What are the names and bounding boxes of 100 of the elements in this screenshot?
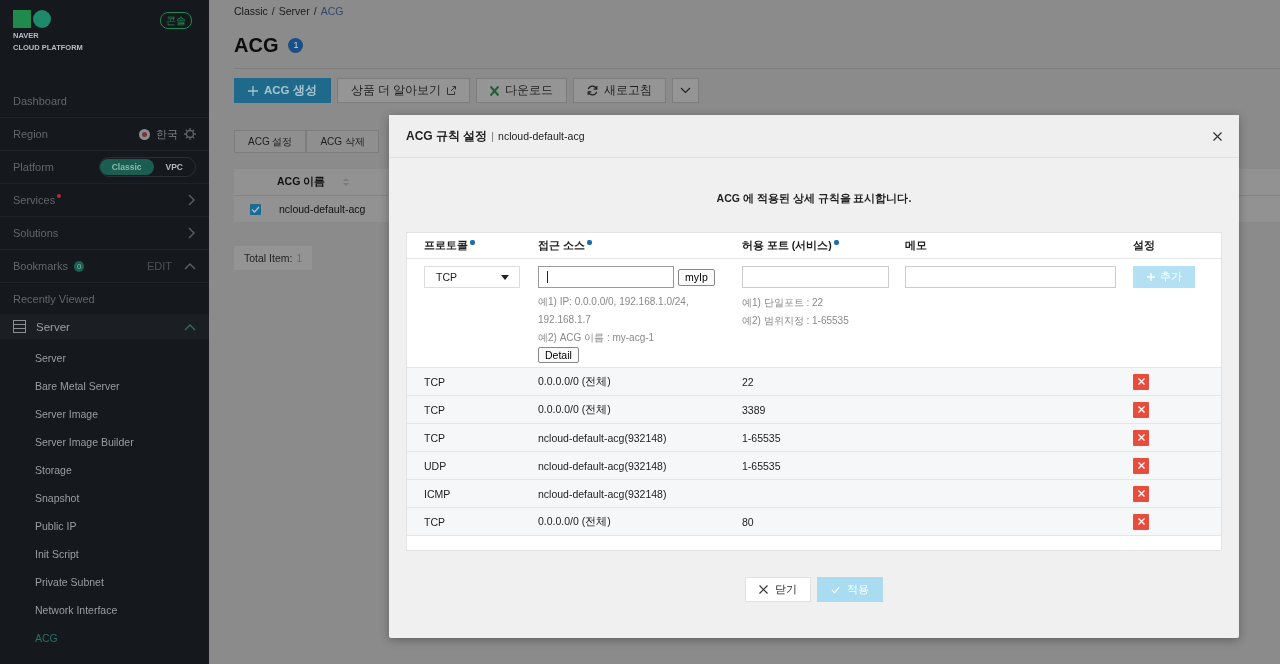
page-title: ACG bbox=[234, 33, 279, 57]
source-input[interactable] bbox=[538, 266, 674, 288]
my-ip-button[interactable]: myIp bbox=[678, 268, 715, 286]
hint-text: 예2) 범위지정 : 1-65535 bbox=[742, 314, 850, 328]
hint-text: 예1) 단일포트 : 22 bbox=[742, 296, 825, 310]
dialog-title: ACG 규칙 설정 bbox=[406, 127, 488, 145]
submenu-item[interactable]: ACG bbox=[35, 630, 58, 646]
submenu-item[interactable]: Snapshot bbox=[35, 490, 80, 506]
submenu-item[interactable]: Network Interface bbox=[35, 602, 118, 618]
column-header: 프로토콜 bbox=[424, 238, 468, 253]
count-badge: 0 bbox=[74, 260, 85, 272]
delete-button[interactable] bbox=[1133, 513, 1149, 530]
port-input[interactable] bbox=[742, 266, 889, 288]
close-icon bbox=[1137, 378, 1145, 385]
table-cell: ncloud-default-acg(932148) bbox=[538, 487, 667, 500]
close-button[interactable]: 닫기 bbox=[745, 577, 811, 602]
table-cell: 3389 bbox=[742, 403, 766, 416]
hint-text: 예1) IP: 0.0.0.0/0, 192.168.1.0/24, 192.168.1.7 bbox=[538, 295, 690, 327]
check-icon bbox=[251, 205, 260, 213]
flag-icon bbox=[139, 128, 150, 140]
menu-item[interactable]: Platform bbox=[13, 161, 54, 173]
delete-button[interactable] bbox=[1133, 485, 1149, 502]
protocol-select[interactable]: TCP bbox=[424, 266, 520, 288]
spreadsheet-icon bbox=[490, 85, 500, 96]
download-button[interactable]: 다운로드 bbox=[476, 78, 568, 103]
table-cell: ncloud-default-acg bbox=[279, 203, 366, 215]
chevron-right-icon bbox=[188, 194, 196, 206]
external-link-icon bbox=[447, 86, 457, 95]
action-button[interactable]: ACG 삭제 bbox=[306, 130, 379, 153]
delete-button[interactable] bbox=[1133, 401, 1149, 418]
close-icon[interactable] bbox=[1213, 131, 1222, 141]
delete-button[interactable] bbox=[1133, 457, 1149, 474]
detail-button[interactable]: Detail bbox=[538, 347, 579, 363]
table-cell: TCP bbox=[424, 431, 445, 444]
console-badge[interactable]: 콘솔 bbox=[160, 12, 192, 29]
menu-item[interactable]: Recently Viewed bbox=[13, 293, 95, 305]
menu-item[interactable]: Region bbox=[13, 128, 48, 140]
delete-button[interactable] bbox=[1133, 429, 1149, 446]
menu-item[interactable]: Bookmarks bbox=[13, 260, 69, 272]
hint-text: 예2) ACG 이름 : my-acg-1 bbox=[538, 331, 656, 345]
refresh-button[interactable]: 새로고침 bbox=[573, 78, 667, 103]
total-value: 1 bbox=[296, 252, 303, 264]
submenu-item[interactable]: Storage bbox=[35, 462, 72, 478]
refresh-icon bbox=[587, 85, 599, 96]
column-header: 메모 bbox=[905, 238, 927, 253]
chevron-right-icon bbox=[188, 227, 196, 239]
count-badge: 1 bbox=[288, 37, 304, 53]
breadcrumb-link[interactable]: Server bbox=[278, 5, 310, 17]
learn-more-button[interactable]: 상품 더 알아보기 bbox=[336, 78, 471, 103]
submenu-item[interactable]: Init Script bbox=[35, 546, 79, 562]
caret-down-icon bbox=[501, 274, 509, 280]
close-icon bbox=[1137, 434, 1145, 441]
table-cell: ncloud-default-acg(932148) bbox=[538, 459, 667, 472]
platform-option[interactable]: Classic bbox=[99, 159, 154, 175]
submenu-item[interactable]: Server Image Builder bbox=[35, 434, 134, 450]
column-header: 허용 포트 (서비스) bbox=[742, 238, 832, 253]
region-value[interactable]: 한국 bbox=[156, 126, 178, 142]
table-cell: 1-65535 bbox=[742, 431, 781, 444]
settings-icon[interactable] bbox=[184, 128, 196, 140]
table-cell: 1-65535 bbox=[742, 459, 781, 472]
menu-item[interactable]: Solutions bbox=[13, 227, 59, 239]
table-cell: UDP bbox=[424, 459, 447, 472]
submenu-item[interactable]: Server bbox=[35, 350, 66, 366]
submenu-item[interactable]: Private Subnet bbox=[35, 574, 104, 590]
table-cell: 0.0.0.0/0 (전체) bbox=[538, 374, 611, 389]
check-icon bbox=[831, 585, 840, 594]
memo-input[interactable] bbox=[905, 266, 1116, 288]
table-cell: 80 bbox=[742, 515, 754, 528]
close-icon bbox=[1137, 406, 1145, 413]
close-icon bbox=[1137, 490, 1145, 497]
menu-item[interactable]: Dashboard bbox=[13, 95, 67, 107]
submenu-item[interactable]: Bare Metal Server bbox=[35, 378, 120, 394]
close-icon bbox=[1137, 462, 1145, 469]
platform-option[interactable]: VPC bbox=[153, 159, 195, 175]
create-button[interactable]: ACG 생성 bbox=[234, 78, 331, 103]
checkbox[interactable] bbox=[250, 203, 261, 215]
breadcrumb-separator: / bbox=[271, 5, 275, 17]
breadcrumb-link[interactable]: Classic bbox=[234, 5, 268, 17]
table-cell: ncloud-default-acg(932148) bbox=[538, 431, 667, 444]
table-cell: 0.0.0.0/0 (전체) bbox=[538, 514, 611, 529]
breadcrumb-separator: / bbox=[313, 5, 317, 17]
more-button[interactable] bbox=[672, 78, 700, 103]
table-cell: 0.0.0.0/0 (전체) bbox=[538, 402, 611, 417]
menu-item[interactable]: Services bbox=[13, 194, 56, 206]
table-cell: 22 bbox=[742, 375, 754, 388]
column-header: 설정 bbox=[1133, 238, 1155, 253]
column-header: 접근 소스 bbox=[538, 238, 585, 253]
action-button[interactable]: ACG 설정 bbox=[234, 130, 307, 153]
menu-group[interactable]: Server bbox=[0, 314, 209, 339]
dialog-subtitle: ncloud-default-acg bbox=[498, 130, 585, 142]
dialog-description: ACG 에 적용된 상세 규칙을 표시합니다. bbox=[716, 192, 912, 206]
delete-button[interactable] bbox=[1133, 373, 1149, 390]
column-header[interactable]: ACG 이름 bbox=[277, 175, 326, 189]
submenu-item[interactable]: Server Image bbox=[35, 406, 99, 422]
chevron-down-icon bbox=[680, 87, 692, 94]
table-cell: TCP bbox=[424, 403, 445, 416]
submenu-item[interactable]: Public IP bbox=[35, 518, 77, 534]
total-label: Total Item: bbox=[244, 252, 293, 264]
plus-icon bbox=[248, 85, 258, 96]
close-icon bbox=[759, 585, 768, 594]
